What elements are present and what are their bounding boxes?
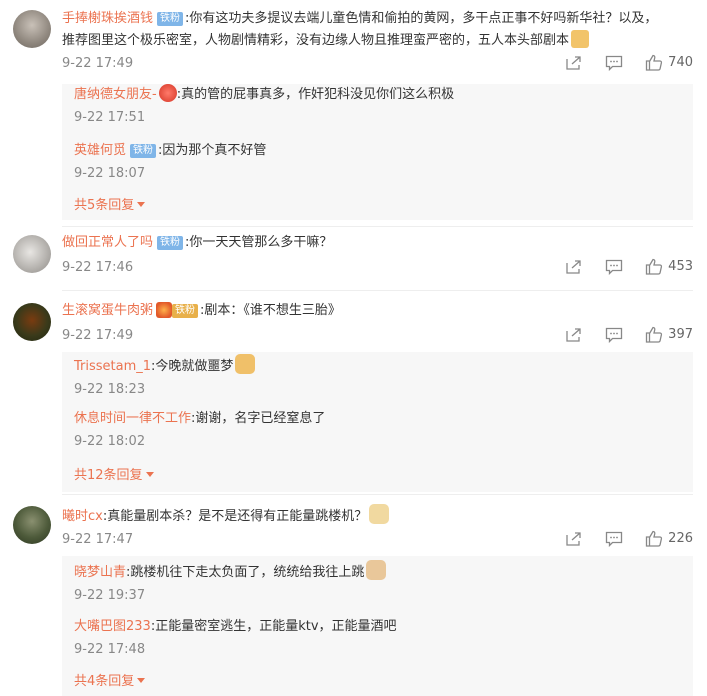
comment-text: 你一天天管那么多干嘛？ (189, 235, 333, 250)
comment-icon (606, 327, 623, 343)
comment-actions: 397 (543, 326, 693, 343)
divider (62, 226, 693, 227)
comment-username[interactable]: 生滚窝蛋牛肉粥 (62, 303, 153, 318)
comment-icon (606, 259, 623, 275)
reply-text: 真的管的屁事真多，作奸犯科没见你们这么积极 (181, 87, 455, 102)
thumbs-up-icon (646, 54, 663, 71)
comment-text: 真能量剧本杀？是不是还得有正能量跳楼机？ (107, 509, 368, 524)
cat-emoji-icon (366, 560, 387, 580)
chevron-down-icon (137, 678, 146, 683)
comment-actions: 226 (543, 530, 693, 547)
reply-username[interactable]: 晓梦山青 (74, 565, 126, 580)
share-button[interactable] (565, 55, 583, 71)
share-icon (566, 55, 581, 70)
comment-text: 剧本：《谁不想生三胎》 (204, 303, 341, 318)
reply-text: 今晚就做噩梦 (155, 359, 234, 374)
heart-eyes-emoji-icon (158, 84, 177, 102)
like-count: 397 (668, 327, 693, 342)
reply-username[interactable]: 休息时间一律不工作 (74, 411, 191, 426)
comment-actions: 453 (543, 258, 693, 275)
thumbs-up-icon (646, 530, 663, 547)
fire-badge-icon (156, 302, 173, 318)
divider (62, 494, 693, 495)
share-button[interactable] (565, 259, 583, 275)
reply-time: 9-22 18:23 (74, 382, 146, 397)
comment-body: 手捧榭珠挨酒钱 铁粉:你有这功夫多提议去端儿童色情和偷拍的黄网，多干点正事不好吗新… (62, 11, 658, 48)
comment-text: 推荐图里这个极乐密室，人物剧情精彩，没有边缘人物且推理蛮严密的，五人本头部剧本 (62, 33, 570, 48)
like-count: 226 (668, 531, 693, 546)
comment-body: 做回正常人了吗 铁粉:你一天天管那么多干嘛？ (62, 235, 333, 250)
reply-item: 唐纳德女朋友-:真的管的屁事真多，作奸犯科没见你们这么积极 9-22 17:51 (74, 84, 683, 128)
share-button[interactable] (565, 531, 583, 547)
reply-item: 晓梦山青:跳楼机往下走太负面了，统统给我往上跳 9-22 19:37 (74, 560, 683, 606)
like-button[interactable]: 397 (645, 326, 693, 343)
avatar[interactable] (13, 235, 51, 273)
fan-badge: 铁粉 (172, 304, 199, 318)
comment-button[interactable] (605, 327, 623, 343)
thumbs-up-icon (646, 326, 663, 343)
share-button[interactable] (565, 327, 583, 343)
reply-username[interactable]: 大嘴巴图233 (74, 619, 151, 634)
reply-username[interactable]: Trissetam_1 (74, 359, 151, 374)
fan-badge: 铁粉 (157, 12, 184, 26)
thumbs-up-icon (646, 258, 663, 275)
reply-list: 晓梦山青:跳楼机往下走太负面了，统统给我往上跳 9-22 19:37 大嘴巴图2… (62, 556, 693, 696)
reply-list: 唐纳德女朋友-:真的管的屁事真多，作奸犯科没见你们这么积极 9-22 17:51… (62, 84, 693, 220)
comment-button[interactable] (605, 55, 623, 71)
divider (62, 290, 693, 291)
reply-time: 9-22 18:02 (74, 434, 146, 449)
comment-button[interactable] (605, 259, 623, 275)
like-button[interactable]: 740 (645, 54, 693, 71)
reply-text: 跳楼机往下走太负面了，统统给我往上跳 (130, 565, 365, 580)
reply-item: 英雄何觅 铁粉:因为那个真不好管 9-22 18:07 (74, 140, 683, 184)
doge-emoji-icon (369, 504, 390, 524)
like-count: 740 (668, 55, 693, 70)
reply-item: 休息时间一律不工作:谢谢，名字已经窒息了 9-22 18:02 (74, 408, 683, 452)
like-button[interactable]: 453 (645, 258, 693, 275)
comment-icon (606, 531, 623, 547)
chevron-down-icon (137, 202, 146, 207)
avatar[interactable] (13, 303, 51, 341)
more-replies-link[interactable]: 共5条回复 (74, 196, 146, 216)
like-count: 453 (668, 259, 693, 274)
comment-username[interactable]: 手捧榭珠挨酒钱 (62, 11, 153, 26)
fist-emoji-icon (235, 354, 256, 374)
reply-username[interactable]: 唐纳德女朋友- (74, 87, 157, 102)
chevron-down-icon (145, 472, 154, 477)
reply-text: 因为那个真不好管 (162, 143, 267, 158)
more-replies-link[interactable]: 共4条回复 (74, 672, 146, 692)
reply-text: 谢谢，名字已经窒息了 (195, 411, 326, 426)
comment-username[interactable]: 做回正常人了吗 (62, 235, 153, 250)
fan-badge: 铁粉 (130, 144, 157, 158)
reply-item: 大嘴巴图233:正能量密室逃生，正能量ktv，正能量酒吧 9-22 17:48 (74, 616, 683, 660)
reply-item: Trissetam_1:今晚就做噩梦 9-22 18:23 (74, 354, 683, 400)
more-replies-link[interactable]: 共12条回复 (74, 466, 154, 486)
comment-icon (606, 55, 623, 71)
comment-body: 生滚窝蛋牛肉粥 铁粉:剧本：《谁不想生三胎》 (62, 302, 341, 318)
reply-time: 9-22 19:37 (74, 588, 146, 603)
share-icon (566, 259, 581, 274)
fan-badge: 铁粉 (157, 236, 184, 250)
comment-button[interactable] (605, 531, 623, 547)
comment-body: 曦时cx:真能量剧本杀？是不是还得有正能量跳楼机？ (62, 504, 693, 528)
comment-text: 你有这功夫多提议去端儿童色情和偷拍的黄网，多干点正事不好吗新华社？以及， (189, 11, 658, 26)
avatar[interactable] (13, 10, 51, 48)
comment-username[interactable]: 曦时cx (62, 509, 103, 524)
reply-time: 9-22 18:07 (74, 166, 146, 181)
share-icon (566, 531, 581, 546)
reply-list: Trissetam_1:今晚就做噩梦 9-22 18:23 休息时间一律不工作:… (62, 352, 693, 492)
reply-time: 9-22 17:48 (74, 642, 146, 657)
thumbs-up-emoji-icon (571, 30, 590, 48)
reply-username[interactable]: 英雄何觅 (74, 143, 126, 158)
share-icon (566, 327, 581, 342)
reply-time: 9-22 17:51 (74, 110, 146, 125)
reply-text: 正能量密室逃生，正能量ktv，正能量酒吧 (155, 619, 397, 634)
avatar[interactable] (13, 506, 51, 544)
comment-actions: 740 (543, 54, 693, 71)
like-button[interactable]: 226 (645, 530, 693, 547)
